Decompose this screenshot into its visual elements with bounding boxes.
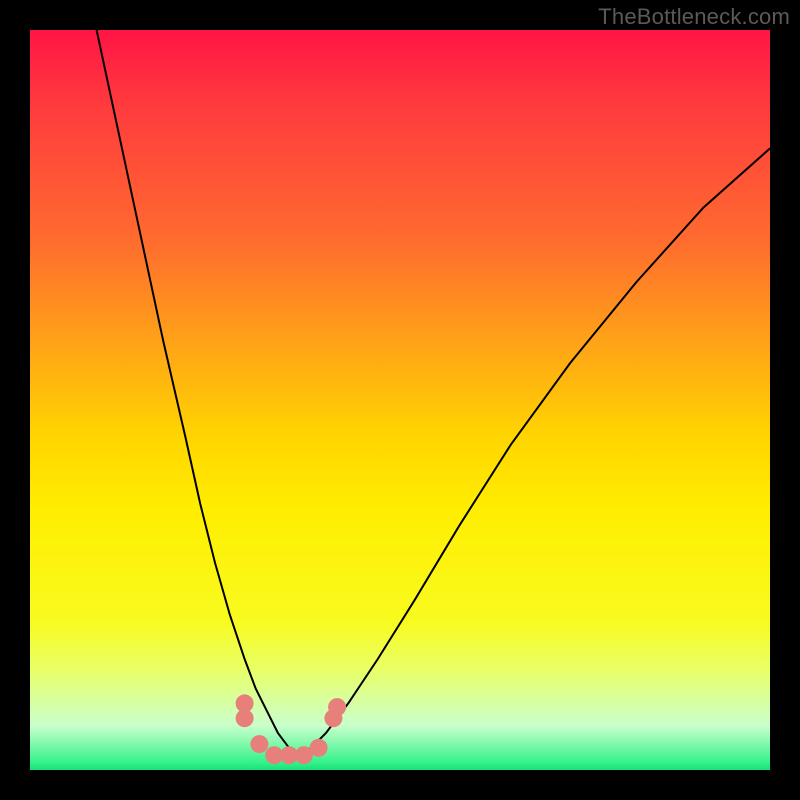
plot-area (30, 30, 770, 770)
curve-layer (30, 30, 770, 770)
curve-lines (97, 30, 770, 755)
marker-dot (328, 698, 346, 716)
marker-dot (310, 739, 328, 757)
watermark-text: TheBottleneck.com (598, 4, 790, 30)
marker-dot (236, 709, 254, 727)
curve-right-branch (300, 148, 770, 755)
marker-dot (250, 735, 268, 753)
curve-left-branch (97, 30, 301, 755)
chart-frame: TheBottleneck.com (0, 0, 800, 800)
